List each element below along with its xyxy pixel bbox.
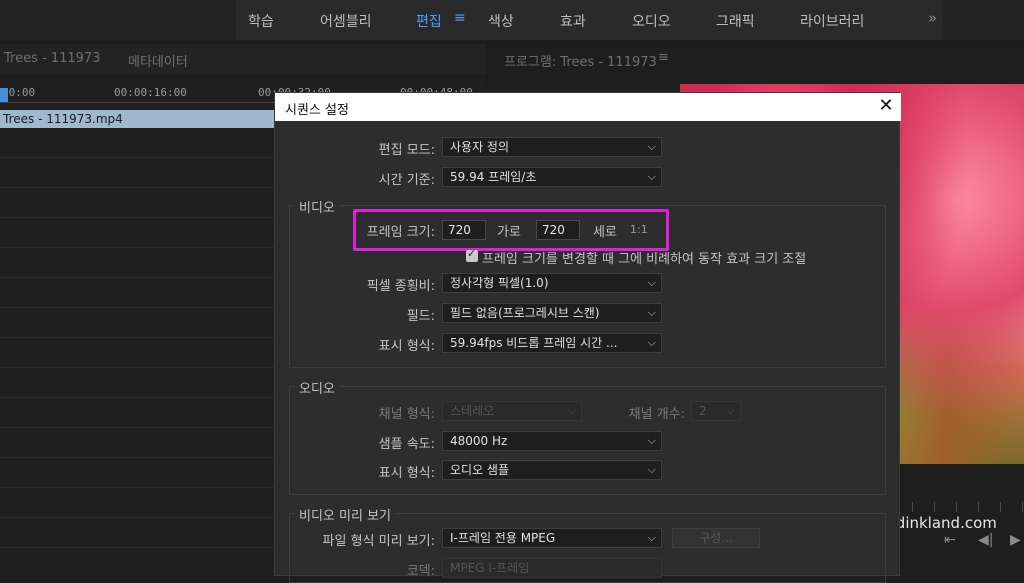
- chevron-down-icon: ⌵: [726, 404, 735, 417]
- display-format-label: 표시 형식:: [378, 339, 435, 354]
- fields-value: 필드 없음(프로그레시브 스캔): [450, 306, 600, 320]
- codec-value: MPEG I-프레임: [450, 561, 530, 575]
- workspace-color[interactable]: 색상: [488, 11, 514, 31]
- channel-format-label: 채널 형식:: [378, 407, 435, 422]
- chevron-down-icon: ⌵: [647, 170, 656, 183]
- chevron-down-icon: ⌵: [647, 276, 656, 289]
- edit-mode-select[interactable]: 사용자 정의 ⌵: [442, 137, 662, 157]
- close-icon[interactable]: ✕: [875, 95, 897, 117]
- audio-display-label: 표시 형식:: [378, 466, 435, 481]
- scale-motion-label: 프레임 크기를 변경할 때 그에 비례하여 동작 효과 크기 조절: [482, 252, 807, 267]
- step-back-icon[interactable]: ⇤: [944, 532, 956, 548]
- preview-format-select[interactable]: I-프레임 전용 MPEG ⌵: [442, 528, 662, 548]
- workspace-menu-icon[interactable]: ≡: [454, 10, 466, 26]
- more-workspaces-icon[interactable]: »: [928, 9, 937, 27]
- display-format-select[interactable]: 59.94fps 비드롭 프레임 시간 ... ⌵: [442, 333, 662, 353]
- display-format-value: 59.94fps 비드롭 프레임 시간 ...: [450, 336, 618, 350]
- edit-mode-value: 사용자 정의: [450, 140, 510, 154]
- playhead[interactable]: [0, 88, 8, 102]
- timebase-label: 시간 기준:: [378, 173, 435, 188]
- audio-display-value: 오디오 샘플: [450, 463, 510, 477]
- timebase-value: 59.94 프레임/초: [450, 170, 537, 184]
- audio-group-title: 오디오: [295, 378, 339, 397]
- sample-rate-select[interactable]: 48000 Hz ⌵: [442, 431, 662, 451]
- workspace-learn[interactable]: 학습: [248, 11, 274, 31]
- tab-metadata[interactable]: 메타데이터: [128, 51, 188, 70]
- channel-format-value: 스테레오: [450, 404, 495, 418]
- workspace-graphics[interactable]: 그래픽: [716, 11, 755, 31]
- video-preview-group-title: 비디오 미리 보기: [295, 505, 395, 524]
- timeline-clip[interactable]: Trees - 111973.mp4: [0, 110, 276, 128]
- preview-format-label: 파일 형식 미리 보기:: [322, 534, 435, 549]
- workspace-editing[interactable]: 편집: [416, 11, 442, 31]
- codec-select[interactable]: MPEG I-프레임: [442, 558, 662, 578]
- fields-select[interactable]: 필드 없음(프로그레시브 스캔) ⌵: [442, 303, 662, 323]
- frame-back-icon[interactable]: ◀|: [978, 532, 993, 548]
- edit-mode-label: 편집 모드:: [378, 143, 435, 158]
- timecode-label: 00:00:16:00: [114, 86, 187, 99]
- play-icon[interactable]: ▶: [1010, 532, 1021, 548]
- chevron-down-icon: ⌵: [647, 306, 656, 319]
- audio-display-select[interactable]: 오디오 샘플 ⌵: [442, 460, 662, 480]
- codec-label: 코덱:: [406, 564, 435, 579]
- workspace-libraries[interactable]: 라이브러리: [800, 11, 864, 31]
- workspace-assembly[interactable]: 어셈블리: [320, 11, 372, 31]
- frame-size-label: 프레임 크기:: [366, 225, 435, 240]
- video-group-title: 비디오: [295, 197, 339, 216]
- sample-rate-value: 48000 Hz: [450, 434, 508, 448]
- sample-rate-label: 샘플 속도:: [378, 437, 435, 452]
- clip-name: Trees - 111973.mp4: [3, 112, 123, 126]
- configure-button[interactable]: 구성...: [672, 528, 760, 548]
- chevron-down-icon: ⌵: [647, 140, 656, 153]
- horizontal-label: 가로: [497, 225, 521, 240]
- workspace-bar: 학습 어셈블리 편집 ≡ 색상 효과 오디오 그래픽 라이브러리 »: [0, 0, 1024, 40]
- program-scrubber[interactable]: [890, 502, 1024, 512]
- panel-menu-icon[interactable]: ≡: [658, 50, 669, 65]
- frame-height-input[interactable]: 720: [536, 220, 580, 240]
- channel-count-select[interactable]: 2 ⌵: [691, 401, 741, 421]
- fields-label: 필드:: [406, 309, 435, 324]
- chevron-down-icon: ⌵: [647, 336, 656, 349]
- scale-motion-checkbox[interactable]: [466, 247, 478, 262]
- timebase-select[interactable]: 59.94 프레임/초 ⌵: [442, 167, 662, 187]
- pixel-aspect-value: 정사각형 픽셀(1.0): [450, 276, 549, 290]
- tab-source[interactable]: Trees - 111973: [4, 51, 100, 66]
- channel-format-select[interactable]: 스테레오 ⌵: [442, 401, 582, 421]
- channel-count-value: 2: [699, 404, 707, 418]
- pixel-aspect-label: 픽셀 종횡비:: [366, 279, 435, 294]
- dialog-title: 시퀀스 설정: [285, 103, 349, 118]
- source-panel-tabs: Trees - 111973 메타데이터: [0, 44, 486, 74]
- workspace-audio[interactable]: 오디오: [632, 11, 671, 31]
- aspect-ratio-value: 1:1: [630, 223, 648, 236]
- pixel-aspect-select[interactable]: 정사각형 픽셀(1.0) ⌵: [442, 273, 662, 293]
- chevron-down-icon: ⌵: [647, 463, 656, 476]
- track-area[interactable]: [0, 128, 276, 568]
- dialog-titlebar: 시퀀스 설정 ✕: [275, 93, 901, 121]
- program-title[interactable]: 프로그램: Trees - 111973: [504, 51, 657, 70]
- workspace-effects[interactable]: 효과: [560, 11, 586, 31]
- chevron-down-icon: ⌵: [567, 404, 576, 417]
- frame-width-input[interactable]: 720: [442, 220, 486, 240]
- channel-count-label: 채널 개수:: [628, 407, 685, 422]
- preview-format-value: I-프레임 전용 MPEG: [450, 531, 556, 545]
- chevron-down-icon: ⌵: [647, 531, 656, 544]
- chevron-down-icon: ⌵: [647, 434, 656, 447]
- vertical-label: 세로: [593, 225, 617, 240]
- sequence-settings-dialog: 시퀀스 설정 ✕ 편집 모드: 사용자 정의 ⌵ 시간 기준: 59.94 프레임…: [274, 92, 901, 583]
